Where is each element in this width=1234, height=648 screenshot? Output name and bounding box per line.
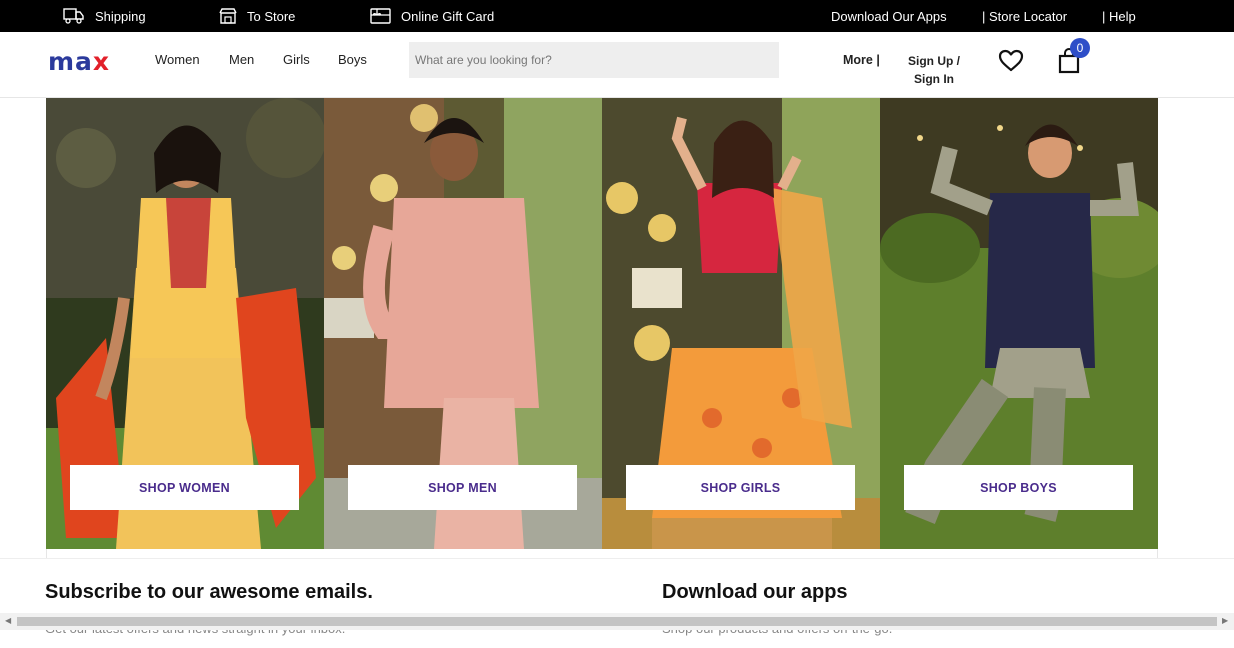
to-store-label: To Store xyxy=(247,8,296,24)
hero-bottom-border xyxy=(46,549,1158,558)
help-link[interactable]: | Help xyxy=(1102,0,1136,32)
hero-panel-boys[interactable]: SHOP BOYS xyxy=(880,98,1158,549)
wishlist-heart-icon[interactable] xyxy=(998,49,1024,78)
hero-panel-women[interactable]: SHOP WOMEN xyxy=(46,98,324,549)
nav-men[interactable]: Men xyxy=(229,52,254,67)
store-icon xyxy=(219,7,237,25)
hero-banner: SHOP WOMEN SHOP MEN SHOP GIRLS SHOP BOYS xyxy=(46,98,1158,549)
horizontal-scrollbar[interactable]: ◀ ▶ xyxy=(0,613,1234,630)
sign-in-label: Sign In xyxy=(914,72,954,86)
apps-heading: Download our apps xyxy=(662,581,848,603)
main-header: max Women Men Girls Boys More | Sign Up … xyxy=(0,32,1234,98)
sign-up-sign-in-link[interactable]: Sign Up / Sign In xyxy=(900,52,968,88)
download-apps-link[interactable]: Download Our Apps xyxy=(831,0,947,32)
gift-card-link[interactable]: Online Gift Card xyxy=(370,0,494,32)
store-locator-label: | Store Locator xyxy=(982,8,1068,24)
gift-card-label: Online Gift Card xyxy=(401,8,495,24)
shop-men-button[interactable]: SHOP MEN xyxy=(348,465,577,510)
cart-count-badge: 0 xyxy=(1070,38,1090,58)
nav-boys[interactable]: Boys xyxy=(338,52,367,67)
truck-icon xyxy=(63,8,85,24)
max-logo[interactable]: max xyxy=(48,47,111,76)
store-locator-link[interactable]: | Store Locator xyxy=(982,0,1067,32)
download-apps-label: Download Our Apps xyxy=(831,8,947,24)
scrollbar-thumb[interactable] xyxy=(17,617,1217,626)
nav-women[interactable]: Women xyxy=(155,52,200,67)
gift-card-icon xyxy=(370,8,391,24)
shop-boys-button[interactable]: SHOP BOYS xyxy=(904,465,1133,510)
nav-girls[interactable]: Girls xyxy=(283,52,310,67)
scroll-left-arrow-icon[interactable]: ◀ xyxy=(5,616,11,625)
search-input[interactable] xyxy=(409,42,779,78)
shipping-link[interactable]: Shipping xyxy=(63,0,146,32)
shop-girls-button[interactable]: SHOP GIRLS xyxy=(626,465,855,510)
more-menu[interactable]: More | xyxy=(843,53,880,67)
to-store-link[interactable]: To Store xyxy=(219,0,295,32)
scroll-right-arrow-icon[interactable]: ▶ xyxy=(1222,616,1228,625)
subscribe-heading: Subscribe to our awesome emails. xyxy=(45,581,373,603)
logo-x: x xyxy=(92,47,111,76)
help-label: | Help xyxy=(1102,8,1136,24)
top-bar: Shipping To Store Online Gift Card Downl… xyxy=(0,0,1234,32)
shop-women-button[interactable]: SHOP WOMEN xyxy=(70,465,299,510)
shipping-label: Shipping xyxy=(95,8,146,24)
logo-text: ma xyxy=(48,47,93,76)
hero-panel-girls[interactable]: SHOP GIRLS xyxy=(602,98,880,549)
sign-up-label: Sign Up / xyxy=(908,54,960,68)
hero-panel-men[interactable]: SHOP MEN xyxy=(324,98,602,549)
